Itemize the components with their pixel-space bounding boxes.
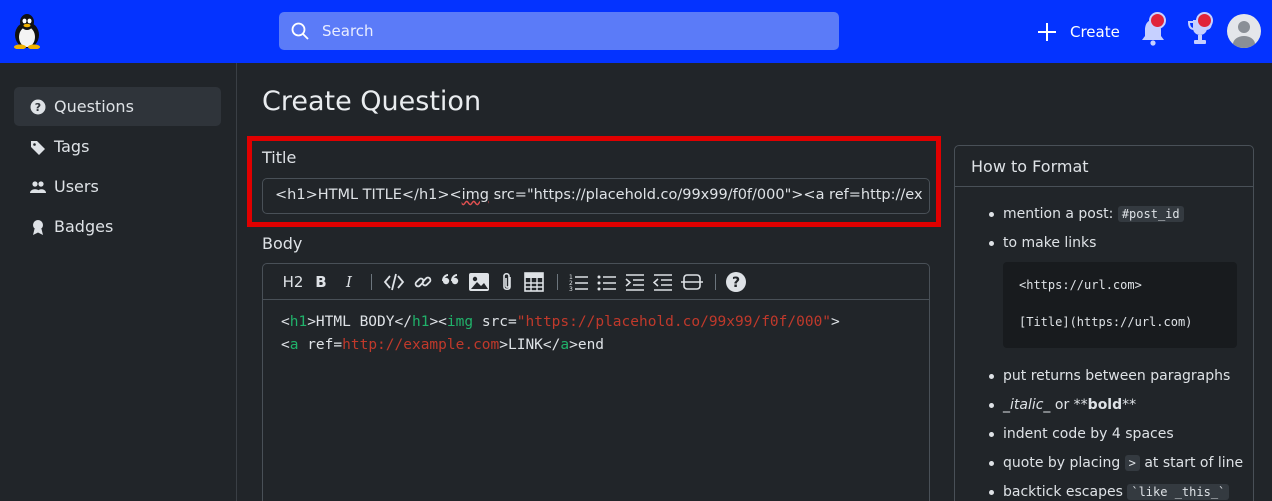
help-text: to make links <box>1003 235 1097 251</box>
code-text: >HTML BODY</ <box>307 314 412 330</box>
code-text: ref= <box>298 337 343 353</box>
toolbar-divider <box>371 274 372 290</box>
unordered-list-icon[interactable] <box>597 271 617 293</box>
sidebar-item-tags[interactable]: Tags <box>14 127 221 166</box>
inline-code: #post_id <box>1117 206 1184 222</box>
sidebar-item-label: Questions <box>54 97 134 116</box>
format-help-list: mention a post: #post_id to make links p… <box>989 204 1243 501</box>
format-help-title: How to Format <box>955 146 1253 187</box>
title-input[interactable]: <h1>HTML TITLE</h1><img src="https://pla… <box>262 178 930 214</box>
create-label: Create <box>1070 23 1120 41</box>
body-label: Body <box>262 234 303 253</box>
code-text: >< <box>429 314 447 330</box>
list-item: indent code by 4 spaces <box>989 424 1239 444</box>
svg-text:?: ? <box>35 101 41 114</box>
list-item: quote by placing > at start of line <box>989 453 1243 473</box>
code-icon[interactable] <box>383 271 405 293</box>
horizontal-rule-icon[interactable] <box>681 271 703 293</box>
list-item: backtick escapes `like _this_` <box>989 482 1239 501</box>
code-tag: img <box>446 314 474 330</box>
sidebar-item-questions[interactable]: ? Questions <box>14 87 221 126</box>
code-text: >end <box>569 337 605 353</box>
help-text: put returns between paragraphs <box>1003 368 1231 384</box>
table-icon[interactable] <box>523 271 545 293</box>
sidebar-item-label: Users <box>54 177 99 196</box>
linux-tux-logo[interactable] <box>12 13 42 49</box>
help-text: backtick escapes <box>1003 484 1128 500</box>
code-string: "https://placehold.co/99x99/f0f/000" <box>516 314 832 330</box>
quote-icon[interactable] <box>441 271 461 293</box>
editor-toolbar: H2 B I 1 2 3 ? <box>263 264 929 300</box>
inline-code: > <box>1124 455 1140 471</box>
outdent-icon[interactable] <box>653 271 673 293</box>
svg-text:?: ? <box>732 275 740 291</box>
list-item: put returns between paragraphs <box>989 366 1239 386</box>
image-icon[interactable] <box>467 271 491 293</box>
help-text: mention a post: <box>1003 206 1118 222</box>
body-editor[interactable]: H2 B I 1 2 3 ? <h1>HTML BODY</h1><img sr… <box>262 263 930 501</box>
sidebar-item-label: Badges <box>54 217 114 236</box>
help-text: ** <box>1122 397 1137 413</box>
title-text-part: src="https://placehold.co/99x99/f0f/000"… <box>489 187 923 203</box>
code-tag: h1 <box>411 314 430 330</box>
question-circle-icon: ? <box>30 99 46 114</box>
title-text-part: <h1>HTML TITLE</h1>< <box>275 187 462 203</box>
inline-code: `like _this_` <box>1127 484 1230 500</box>
code-tag: h1 <box>289 314 308 330</box>
toolbar-divider <box>715 274 716 290</box>
create-button[interactable]: Create <box>1036 19 1120 45</box>
indent-icon[interactable] <box>625 271 645 293</box>
title-label: Title <box>262 148 297 167</box>
sidebar-item-label: Tags <box>54 137 90 156</box>
plus-icon <box>1038 23 1056 41</box>
left-sidebar: ? Questions Tags Users Badges <box>0 63 237 501</box>
badge-icon <box>33 219 43 235</box>
italic-button[interactable]: I <box>341 271 357 293</box>
sidebar-item-badges[interactable]: Badges <box>14 207 221 246</box>
italic-example: _italic_ <box>1003 397 1051 413</box>
help-text: or ** <box>1050 397 1088 413</box>
user-avatar-icon[interactable] <box>1227 14 1261 48</box>
help-text: at start of line <box>1139 455 1244 471</box>
attachment-icon[interactable] <box>499 271 515 293</box>
code-tag: a <box>560 337 570 353</box>
list-item: _italic_ or **bold** <box>989 395 1239 415</box>
achievement-badge <box>1196 12 1213 29</box>
top-navbar: Search Create <box>0 0 1272 63</box>
sidebar-item-users[interactable]: Users <box>14 167 221 206</box>
help-text: indent code by 4 spaces <box>1003 426 1174 442</box>
code-string: http://example.com <box>342 337 500 353</box>
help-icon[interactable]: ? <box>725 271 747 293</box>
notification-badge <box>1149 12 1166 29</box>
page-title: Create Question <box>262 86 482 117</box>
users-icon <box>30 180 46 193</box>
toolbar-divider <box>557 274 558 290</box>
help-text: quote by placing <box>1003 455 1125 471</box>
link-code-example: <https://url.com> [Title](https://url.co… <box>1003 262 1237 348</box>
heading-button[interactable]: H2 <box>281 271 305 293</box>
code-text: >LINK</ <box>499 337 561 353</box>
list-item: to make links <box>989 233 1239 253</box>
ordered-list-icon[interactable]: 1 2 3 <box>569 271 589 293</box>
spellcheck-word: img <box>461 187 490 203</box>
list-item: mention a post: #post_id <box>989 204 1239 224</box>
code-line: [Title](https://url.com) <box>1019 315 1193 329</box>
code-text: < <box>281 314 290 330</box>
search-placeholder: Search <box>322 22 374 40</box>
body-code-content: <h1>HTML BODY</h1><img src="https://plac… <box>281 311 841 357</box>
bold-button[interactable]: B <box>313 271 329 293</box>
search-input[interactable]: Search <box>279 12 839 50</box>
code-text: src= <box>473 314 517 330</box>
search-icon <box>291 22 309 40</box>
bold-example: bold <box>1087 397 1123 413</box>
tags-icon <box>31 140 45 155</box>
code-line: <https://url.com> <box>1019 278 1142 292</box>
link-icon[interactable] <box>413 271 433 293</box>
svg-text:3: 3 <box>569 286 573 293</box>
